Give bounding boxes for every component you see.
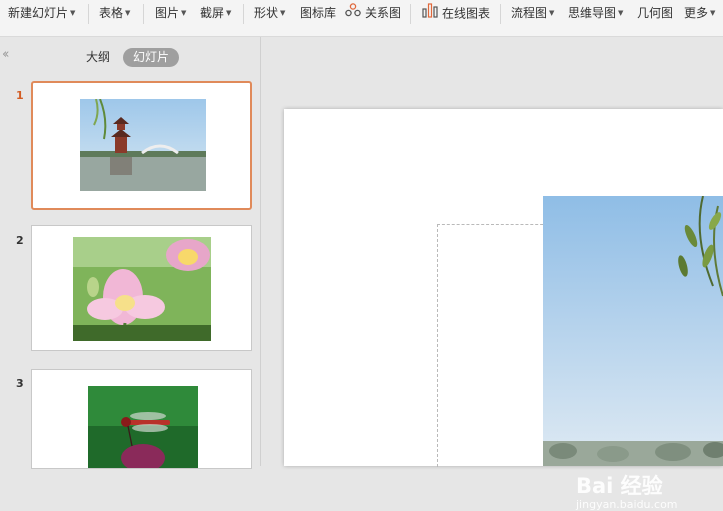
relation-chart-button[interactable]: 关系图 <box>345 3 402 22</box>
picture-button[interactable]: 图片 ▼ <box>155 4 186 22</box>
watermark-logo: Bai 经验 <box>576 474 663 498</box>
relation-chart-icon <box>345 3 361 22</box>
baidu-watermark: Bai 经验 jingyan.baidu.com <box>576 470 678 511</box>
mindmap-button[interactable]: 思维导图 ▼ <box>568 4 623 22</box>
current-slide[interactable]: Bai 经验 jingyan.baidu.com <box>284 109 723 511</box>
pagoda-lake-photo[interactable] <box>543 196 723 466</box>
online-chart-label: 在线图表 <box>442 6 491 21</box>
slide-editor-canvas[interactable]: Bai 经验 jingyan.baidu.com <box>262 37 723 511</box>
picture-label: 图片 <box>155 6 180 20</box>
table-button[interactable]: 表格 ▼ <box>99 4 130 22</box>
collapse-panel-icon[interactable]: ‹‹ <box>2 47 10 62</box>
geometry-button[interactable]: 几何图 <box>637 4 673 22</box>
chevron-down-icon: ▼ <box>226 9 232 17</box>
toolbar-divider <box>143 4 144 24</box>
screenshot-button[interactable]: 截屏 ▼ <box>200 4 231 22</box>
mindmap-label: 思维导图 <box>568 6 617 20</box>
shape-label: 形状 <box>254 6 279 20</box>
lotus-flower-photo <box>73 237 211 341</box>
content-placeholder[interactable] <box>437 224 548 467</box>
chevron-down-icon: ▼ <box>125 9 131 17</box>
icon-library-button[interactable]: 图标库 <box>300 4 336 22</box>
shape-button[interactable]: 形状 ▼ <box>254 4 285 22</box>
table-label: 表格 <box>99 6 124 20</box>
chevron-down-icon: ▼ <box>710 9 716 17</box>
chevron-down-icon: ▼ <box>549 9 555 17</box>
flowchart-label: 流程图 <box>511 6 548 20</box>
slide-thumbnail-1[interactable] <box>31 81 252 210</box>
chevron-down-icon: ▼ <box>181 9 187 17</box>
toolbar-divider <box>88 4 89 24</box>
slide-number: 3 <box>16 377 24 390</box>
slide-panel: ‹‹ 大纲 幻灯片 1 2 3 <box>0 37 261 469</box>
chevron-down-icon: ▼ <box>70 9 76 17</box>
slide-thumbnail-2[interactable] <box>31 225 252 351</box>
watermark-url: jingyan.baidu.com <box>576 498 678 511</box>
slide-number: 1 <box>16 89 24 102</box>
new-slide-button[interactable]: 新建幻灯片 ▼ <box>8 4 75 22</box>
slide-thumbnail-3[interactable] <box>31 369 252 469</box>
new-slide-label: 新建幻灯片 <box>8 6 69 20</box>
tab-outline[interactable]: 大纲 <box>86 48 110 66</box>
chevron-down-icon: ▼ <box>280 9 286 17</box>
more-label: 更多 <box>684 6 709 20</box>
icon-library-label: 图标库 <box>300 6 337 20</box>
toolbar-divider <box>500 4 501 24</box>
dragonfly-photo <box>88 386 198 468</box>
screenshot-label: 截屏 <box>200 6 225 20</box>
bar-chart-icon <box>422 3 438 23</box>
more-button[interactable]: 更多 ▼ <box>684 4 715 22</box>
pagoda-lake-photo <box>80 99 206 191</box>
online-chart-button[interactable]: 在线图表 <box>422 3 491 23</box>
slide-number: 2 <box>16 234 24 247</box>
chevron-down-icon: ▼ <box>618 9 624 17</box>
toolbar-divider <box>410 4 411 24</box>
tab-slides[interactable]: 幻灯片 <box>123 48 179 67</box>
ribbon-toolbar: 新建幻灯片 ▼ 表格 ▼ 图片 ▼ 截屏 ▼ 形状 ▼ 图标库 关系图 在线图表 流程图 ▼… <box>0 0 723 37</box>
flowchart-button[interactable]: 流程图 ▼ <box>511 4 554 22</box>
geometry-label: 几何图 <box>637 6 674 20</box>
toolbar-divider <box>243 4 244 24</box>
relation-chart-label: 关系图 <box>365 6 402 20</box>
